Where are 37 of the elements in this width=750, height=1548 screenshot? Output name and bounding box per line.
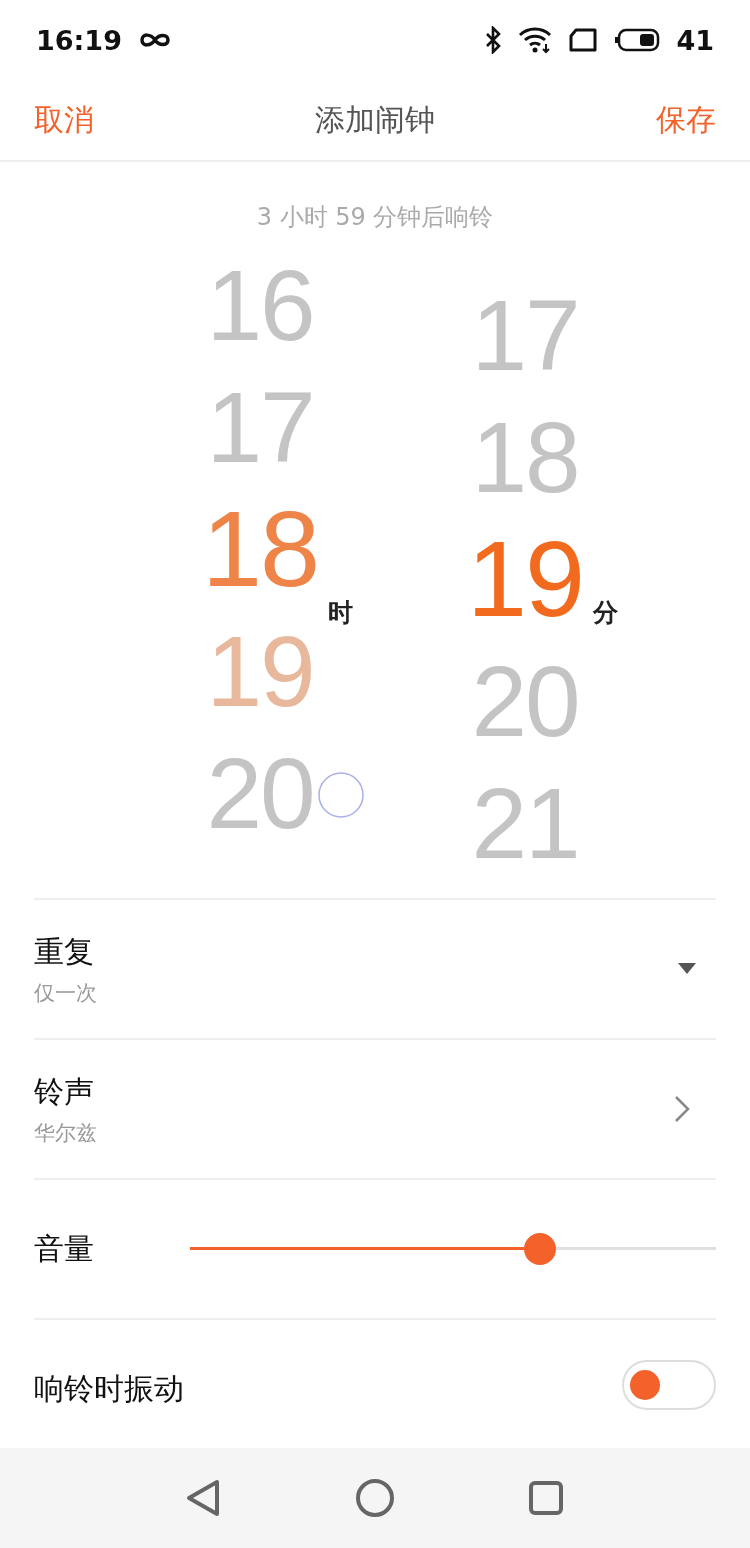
setting-label: 音量: [34, 1229, 94, 1268]
picker-number[interactable]: 20: [471, 640, 579, 762]
setting-label: 铃声: [34, 1072, 95, 1111]
picker-number[interactable]: 17: [206, 366, 314, 488]
page-title: 添加闹钟: [315, 100, 435, 139]
picker-number[interactable]: 18: [471, 396, 579, 518]
setting-label: 重复: [34, 932, 95, 971]
recents-icon[interactable]: [527, 1480, 564, 1516]
picker-number[interactable]: 18: [201, 488, 319, 610]
setting-value: 仅一次: [34, 979, 98, 1007]
wifi-icon: [518, 26, 553, 54]
picker-number[interactable]: 17: [471, 274, 579, 396]
cancel-button[interactable]: 取消: [34, 99, 94, 141]
volume-slider[interactable]: [190, 1233, 716, 1265]
setting-label: 响铃时振动: [34, 1369, 185, 1408]
hour-unit: 时: [328, 597, 353, 626]
picker-number[interactable]: 20: [206, 732, 314, 854]
setting-value: 华尔兹: [34, 1119, 98, 1147]
dropdown-icon[interactable]: [678, 963, 696, 975]
countdown-text: 3 小时 59 分钟后响铃: [256, 203, 494, 231]
picker-number[interactable]: 21: [471, 762, 579, 880]
save-button[interactable]: 保存: [656, 99, 716, 141]
bluetooth-icon: [484, 26, 503, 54]
picker-number[interactable]: 19: [206, 610, 314, 732]
minute-unit: 分: [593, 597, 618, 626]
battery-level: 41: [676, 24, 714, 56]
sim-card-icon: [568, 28, 599, 52]
infinity-icon: [137, 31, 172, 49]
home-icon[interactable]: [355, 1478, 395, 1518]
picker-number[interactable]: 19: [466, 518, 584, 640]
picker-number[interactable]: 16: [206, 270, 314, 366]
touch-indicator-icon: [318, 772, 364, 818]
toggle-switch[interactable]: [622, 1360, 716, 1410]
status-time: 16:19: [36, 24, 122, 56]
slider-thumb[interactable]: [523, 1233, 556, 1265]
battery-icon: [614, 28, 661, 52]
chevron-icon[interactable]: [674, 1095, 690, 1123]
